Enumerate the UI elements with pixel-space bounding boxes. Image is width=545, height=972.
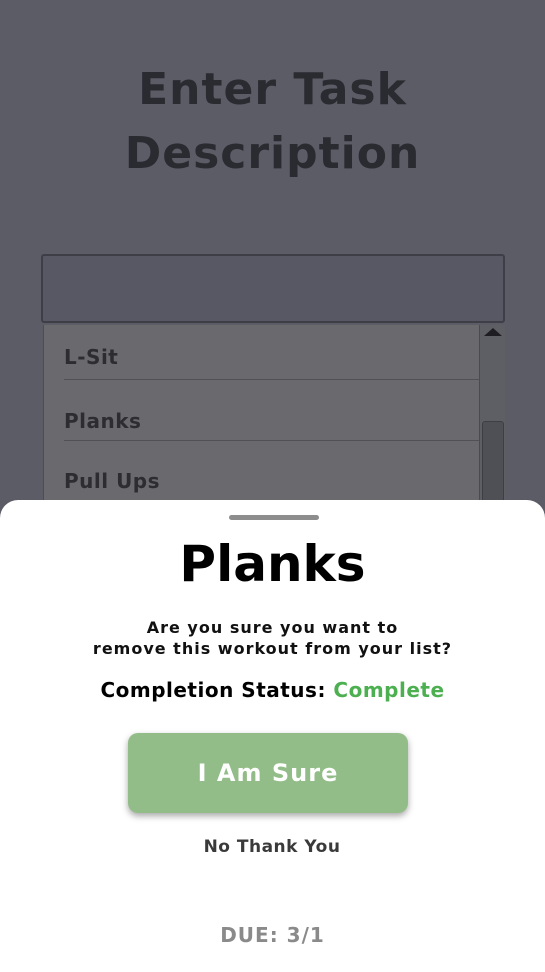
list-divider: [64, 440, 479, 441]
confirmation-message-line-1: Are you sure you want to: [146, 618, 399, 637]
completion-status-label: Completion Status:: [100, 678, 334, 702]
confirmation-message-line-2: remove this workout from your list?: [92, 639, 453, 658]
page-title: Enter Task Description: [0, 58, 545, 186]
list-item-planks[interactable]: Planks: [64, 407, 479, 435]
remove-workout-sheet: Planks Are you sure you want to remove t…: [0, 500, 545, 972]
list-divider: [64, 379, 479, 380]
page-title-line-1: Enter Task: [138, 64, 407, 115]
sheet-grabber-handle[interactable]: [229, 515, 319, 520]
list-scrollbar[interactable]: [479, 325, 505, 525]
confirmation-message: Are you sure you want to remove this wor…: [0, 617, 545, 659]
scroll-up-arrow-icon[interactable]: [484, 328, 502, 336]
confirm-remove-button[interactable]: I Am Sure: [128, 733, 408, 813]
completion-status-value: Complete: [333, 678, 445, 702]
workout-title: Planks: [179, 535, 366, 593]
workout-suggestion-list: L-Sit Planks Pull Ups: [43, 325, 505, 525]
completion-status-row: Completion Status: Complete: [0, 676, 545, 704]
list-item-l-sit[interactable]: L-Sit: [64, 343, 479, 371]
cancel-button[interactable]: No Thank You: [172, 835, 372, 859]
list-item-pull-ups[interactable]: Pull Ups: [64, 467, 479, 495]
due-date-label: DUE: 3/1: [220, 923, 325, 947]
page-title-line-2: Description: [124, 128, 421, 179]
task-description-input[interactable]: [41, 254, 505, 323]
